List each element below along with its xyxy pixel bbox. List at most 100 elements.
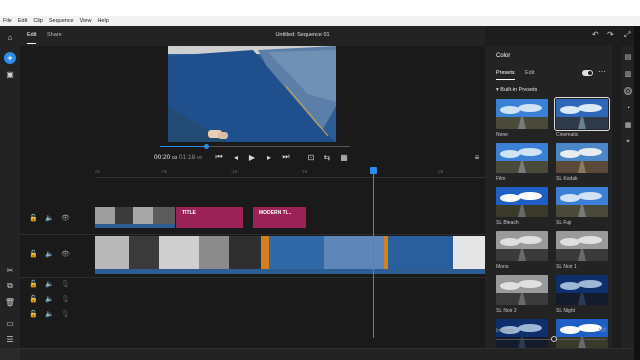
lock-icon[interactable]: 🔓: [29, 295, 38, 303]
lock-icon[interactable]: 🔓: [29, 310, 38, 318]
menu-view[interactable]: View: [80, 18, 92, 24]
bottom-status-bar: [0, 348, 634, 360]
title-clip[interactable]: TITLE: [176, 207, 243, 228]
preset-thumbnail: [554, 97, 610, 131]
mute-icon[interactable]: 🔈: [45, 250, 54, 258]
tab-color-edit[interactable]: Edit: [525, 70, 534, 76]
duplicate-icon[interactable]: ⧉: [4, 280, 16, 292]
go-to-start-icon[interactable]: ⏮: [214, 152, 224, 162]
scrubber-handle[interactable]: [204, 144, 209, 149]
color-toggle[interactable]: [582, 70, 593, 76]
mute-icon[interactable]: 🔈: [45, 295, 54, 303]
captions-icon[interactable]: ▭: [4, 317, 16, 329]
mute-icon[interactable]: 🔈: [45, 310, 54, 318]
fit-icon[interactable]: ⊡: [306, 152, 316, 162]
ruler-label: 00: [95, 169, 101, 174]
mute-icon[interactable]: 🔈: [45, 280, 54, 288]
menu-clip[interactable]: Clip: [33, 18, 42, 24]
redo-icon[interactable]: ↷: [607, 30, 614, 39]
playback-progress: [160, 146, 206, 147]
mute-icon[interactable]: 🔈: [45, 214, 54, 222]
visibility-icon[interactable]: 👁: [61, 214, 70, 222]
timeline-ruler[interactable]: 00 :05 :10 :15 :20 :25: [95, 166, 485, 178]
timeline-menu-icon[interactable]: ≡: [472, 152, 482, 162]
preset-item[interactable]: SL Noir 2: [496, 275, 548, 315]
speed-icon[interactable]: ◔: [624, 104, 632, 112]
preset-item[interactable]: SL Night: [556, 275, 608, 315]
video-clip[interactable]: [95, 236, 261, 274]
visibility-icon[interactable]: 👁: [61, 250, 70, 258]
preset-item[interactable]: Mono: [496, 231, 548, 271]
intensity-slider-handle[interactable]: [551, 336, 557, 342]
left-toolbar: ⌂ + ▣ ✂ ⧉ 🗑 ▭ ☰: [0, 26, 20, 348]
screen-top-margin: [0, 0, 640, 16]
preset-thumbnail: [496, 143, 548, 173]
preset-label: SL Kodak: [556, 176, 578, 182]
menu-edit[interactable]: Edit: [18, 18, 27, 24]
preset-thumbnail: [556, 231, 608, 261]
ruler-label: :25: [437, 169, 444, 174]
panel-toggle-icon[interactable]: [0, 348, 20, 360]
color-icon[interactable]: ◎: [624, 87, 632, 95]
tab-presets[interactable]: Presets: [496, 70, 515, 80]
more-options-icon[interactable]: ⋯: [598, 67, 606, 76]
menu-sequence[interactable]: Sequence: [49, 18, 74, 24]
playhead-handle[interactable]: [370, 167, 377, 174]
preset-label: SL Fuji: [556, 220, 572, 226]
media-library-icon[interactable]: ▣: [4, 68, 16, 80]
playhead-line: [373, 172, 374, 338]
preset-label: SL Night: [556, 308, 575, 314]
transform-icon[interactable]: ⌖: [624, 138, 632, 146]
preset-thumbnail: [496, 99, 548, 129]
delete-icon[interactable]: 🗑: [4, 296, 16, 308]
lock-icon[interactable]: 🔓: [29, 250, 38, 258]
preset-thumbnail: [496, 231, 548, 261]
step-forward-icon[interactable]: ▸: [264, 152, 274, 162]
preset-thumbnail: [496, 187, 548, 217]
add-media-button[interactable]: +: [4, 52, 16, 64]
save-icon[interactable]: ▤: [624, 53, 632, 61]
preset-label: Cinematic: [556, 132, 579, 138]
mic-icon[interactable]: 🎙: [61, 310, 70, 318]
preset-item[interactable]: Cinematic: [554, 97, 610, 139]
section-title: Built-in Presets: [500, 87, 538, 93]
menu-help[interactable]: Help: [97, 18, 108, 24]
track-divider: [20, 234, 485, 235]
full-frame-icon[interactable]: ▦: [339, 152, 349, 162]
lock-icon[interactable]: 🔓: [29, 214, 38, 222]
loop-icon[interactable]: ⇆: [322, 152, 332, 162]
title-clip[interactable]: MODERN TI...: [253, 207, 306, 228]
preset-label: Film: [496, 176, 506, 182]
play-icon[interactable]: ▶: [247, 152, 257, 162]
preset-label: SL Noir 1: [556, 264, 577, 270]
preset-label: None: [496, 132, 508, 138]
track-settings-icon[interactable]: ☰: [4, 333, 16, 345]
mic-icon[interactable]: 🎙: [61, 280, 70, 288]
preset-item[interactable]: Film: [496, 143, 548, 183]
preset-label: Mono: [496, 264, 509, 270]
lock-icon[interactable]: 🔓: [29, 280, 38, 288]
built-in-presets-heading[interactable]: ▾ Built-in Presets: [496, 87, 537, 93]
preset-item[interactable]: SL Bleach: [496, 187, 548, 227]
header-bar: Edit Share Untitled: Sequence 01: [20, 26, 485, 46]
intensity-value: 100: [598, 328, 607, 334]
audio-icon[interactable]: ▦: [624, 121, 632, 129]
go-to-end-icon[interactable]: ⏭: [281, 152, 291, 162]
preset-item[interactable]: SL Fuji: [556, 187, 608, 227]
preset-item[interactable]: SL Kodak: [556, 143, 608, 183]
ruler-label: :10: [231, 169, 238, 174]
undo-icon[interactable]: ↶: [592, 30, 599, 39]
fullscreen-icon[interactable]: ⤢: [624, 30, 630, 40]
preset-item[interactable]: None: [496, 99, 548, 139]
export-icon[interactable]: ▥: [624, 70, 632, 78]
video-frame: [168, 46, 336, 142]
step-back-icon[interactable]: ◂: [231, 152, 241, 162]
duration: 01:18: [178, 154, 196, 161]
preset-item[interactable]: SL Noir 1: [556, 231, 608, 271]
mic-icon[interactable]: 🎙: [61, 295, 70, 303]
home-icon[interactable]: ⌂: [4, 31, 16, 43]
video-clip[interactable]: [95, 207, 175, 228]
preset-thumbnail: [556, 187, 608, 217]
razor-tool-icon[interactable]: ✂: [4, 264, 16, 276]
menu-file[interactable]: File: [3, 18, 12, 24]
